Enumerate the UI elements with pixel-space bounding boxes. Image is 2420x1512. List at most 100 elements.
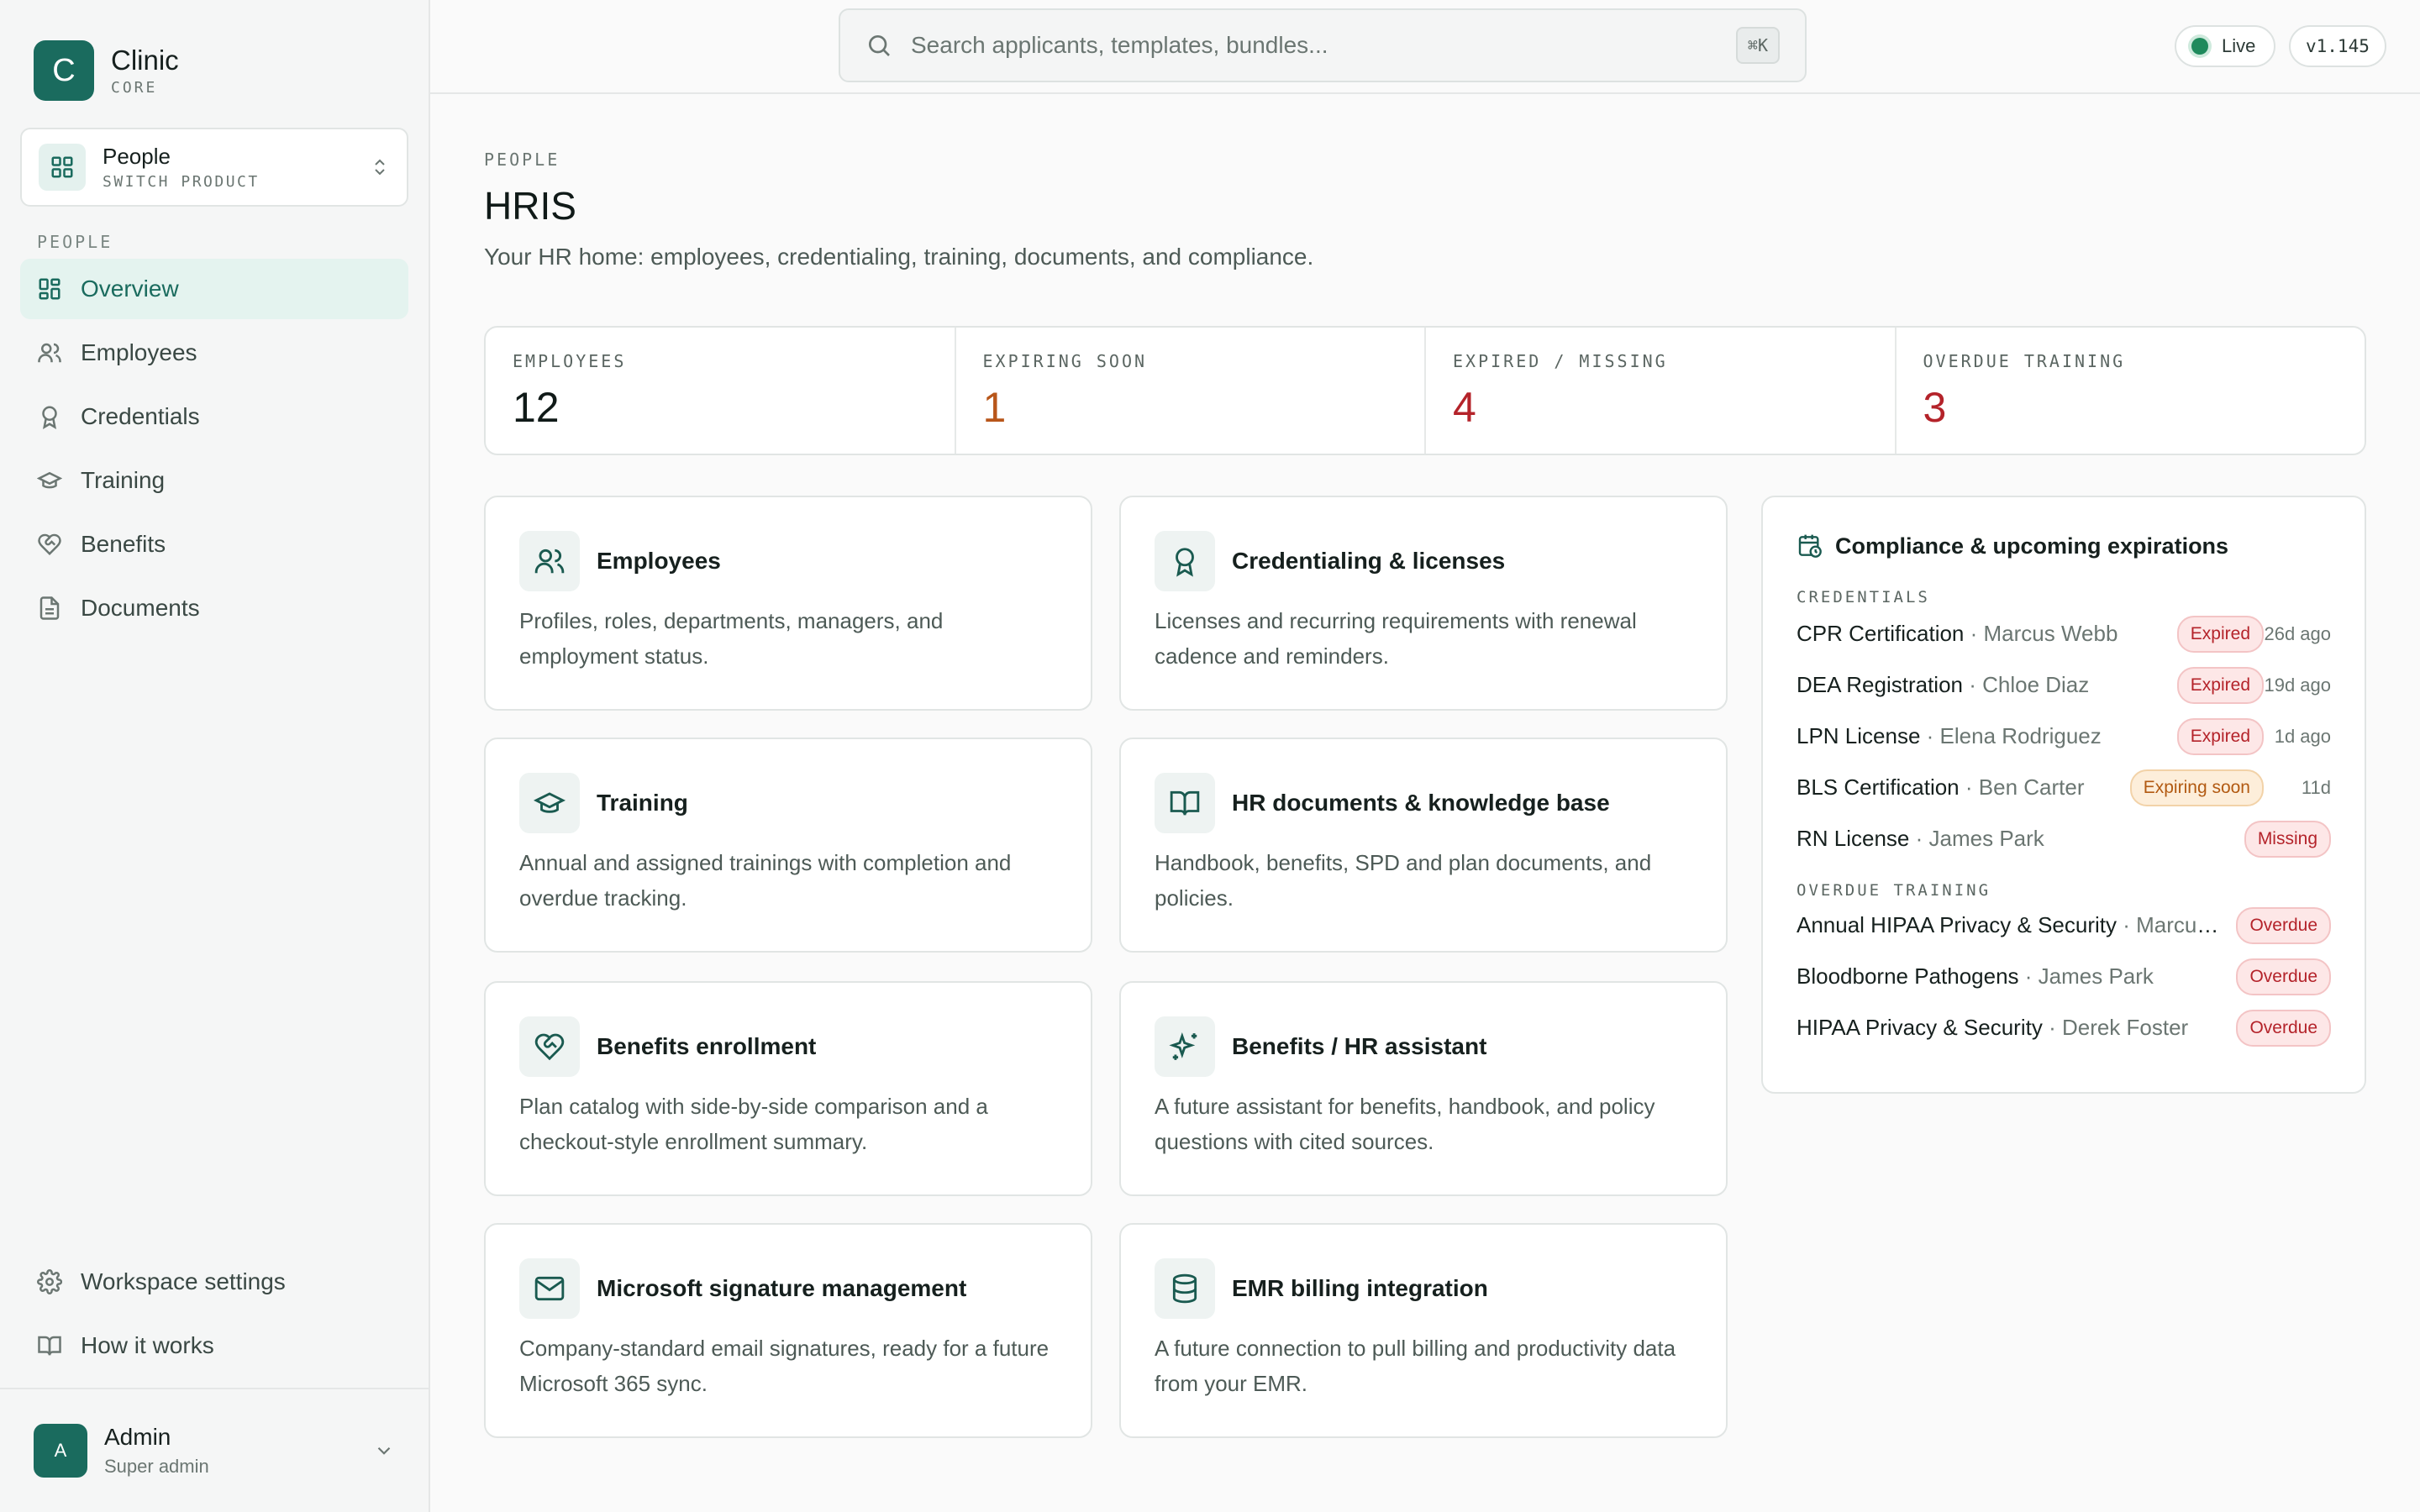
stat-label: EXPIRING SOON: [982, 351, 1148, 371]
page-eyebrow: PEOPLE: [484, 150, 560, 170]
stat-label: EMPLOYEES: [513, 351, 627, 371]
product-switcher[interactable]: People SWITCH PRODUCT: [20, 128, 408, 207]
status-badge: Expiring soon: [2129, 769, 2264, 806]
user-menu[interactable]: A Admin Super admin: [0, 1388, 429, 1512]
sidebar-item-workspace-settings[interactable]: Workspace settings: [20, 1252, 408, 1312]
credential-row[interactable]: BLS Certification · Ben Carter Expiring …: [1797, 762, 2331, 813]
card-title: Benefits / HR assistant: [1232, 1033, 1487, 1059]
card-hr-documents[interactable]: HR documents & knowledge base Handbook, …: [1119, 738, 1728, 953]
version-badge: v1.145: [2289, 25, 2386, 67]
credential-when: 26d ago: [2264, 622, 2331, 644]
stat-overdue-training[interactable]: OVERDUE TRAINING 3: [1897, 328, 2365, 454]
credential-name: CPR Certification: [1797, 621, 1965, 646]
training-row[interactable]: HIPAA Privacy & Security · Derek Foster …: [1797, 1002, 2331, 1053]
sidebar-item-label: Employees: [81, 339, 197, 365]
heart-handshake-icon: [519, 1016, 580, 1077]
sidebar-item-training[interactable]: Training: [20, 450, 408, 511]
status-badge: Expired: [2176, 717, 2264, 755]
card-description: Company-standard email signatures, ready…: [519, 1336, 1050, 1396]
stat-label: OVERDUE TRAINING: [1923, 351, 2126, 371]
card-hr-assistant[interactable]: Benefits / HR assistant A future assista…: [1119, 981, 1728, 1196]
credential-person: Chloe Diaz: [1982, 672, 2090, 697]
credential-person: James Park: [1928, 826, 2044, 851]
sidebar-section-label: PEOPLE: [37, 232, 113, 252]
training-row[interactable]: Bloodborne Pathogens · James Park Overdu…: [1797, 951, 2331, 1002]
card-description: Annual and assigned trainings with compl…: [519, 850, 1012, 911]
card-emr-billing[interactable]: EMR billing integration A future connect…: [1119, 1223, 1728, 1438]
sidebar-item-credentials[interactable]: Credentials: [20, 386, 408, 447]
user-role: Super admin: [104, 1456, 209, 1477]
credential-when: 1d ago: [2274, 725, 2331, 747]
credential-row[interactable]: RN License · James Park Missing: [1797, 813, 2331, 864]
live-dot-icon: [2191, 38, 2208, 55]
search-input[interactable]: Search applicants, templates, bundles...: [911, 32, 1736, 59]
status-badge: Missing: [2244, 820, 2331, 858]
graduation-cap-icon: [37, 468, 81, 493]
status-label: Live: [2222, 35, 2256, 56]
award-icon: [1155, 531, 1215, 591]
sparkles-icon: [1155, 1016, 1215, 1077]
card-description: Plan catalog with side-by-side compariso…: [519, 1094, 988, 1154]
compliance-title: Compliance & upcoming expirations: [1835, 533, 2229, 559]
stat-expired-missing[interactable]: EXPIRED / MISSING 4: [1426, 328, 1897, 454]
switcher-name: People: [103, 144, 171, 169]
card-title: HR documents & knowledge base: [1232, 790, 1610, 816]
grid-icon: [37, 276, 81, 302]
training-name: HIPAA Privacy & Security: [1797, 1015, 2043, 1040]
compliance-panel: Compliance & upcoming expirations CREDEN…: [1761, 496, 2366, 1094]
stat-label: EXPIRED / MISSING: [1453, 351, 1668, 371]
card-employees[interactable]: Employees Profiles, roles, departments, …: [484, 496, 1092, 711]
heart-handshake-icon: [37, 532, 81, 557]
sidebar-item-documents[interactable]: Documents: [20, 578, 408, 638]
stat-employees[interactable]: EMPLOYEES 12: [486, 328, 956, 454]
credential-row[interactable]: CPR Certification · Marcus Webb Expired …: [1797, 608, 2331, 659]
credential-person: Elena Rodriguez: [1939, 723, 2102, 748]
card-credentialing[interactable]: Credentialing & licenses Licenses and re…: [1119, 496, 1728, 711]
training-name: Annual HIPAA Privacy & Security: [1797, 912, 2118, 937]
page-title: HRIS: [484, 184, 576, 228]
training-row[interactable]: Annual HIPAA Privacy & Security · Marcus…: [1797, 900, 2331, 951]
mail-icon: [519, 1258, 580, 1319]
calendar-clock-icon: [1797, 533, 1823, 559]
sidebar-item-label: Documents: [81, 595, 200, 621]
training-name: Bloodborne Pathogens: [1797, 963, 2019, 989]
stat-expiring-soon[interactable]: EXPIRING SOON 1: [956, 328, 1426, 454]
brand-logo: C: [34, 40, 94, 101]
brand-name: Clinic: [111, 44, 179, 76]
card-microsoft-signatures[interactable]: Microsoft signature management Company-s…: [484, 1223, 1092, 1438]
brand-sub: CORE: [111, 78, 158, 97]
sidebar-item-label: Credentials: [81, 403, 200, 429]
card-title: Employees: [597, 548, 721, 574]
search-bar[interactable]: Search applicants, templates, bundles...…: [839, 8, 1807, 82]
sidebar-item-overview[interactable]: Overview: [20, 259, 408, 319]
card-description: A future connection to pull billing and …: [1155, 1336, 1676, 1396]
credential-row[interactable]: DEA Registration · Chloe Diaz Expired 19…: [1797, 659, 2331, 711]
sidebar-item-label: Workspace settings: [81, 1268, 286, 1294]
credential-when: 19d ago: [2264, 674, 2331, 696]
file-icon: [37, 596, 81, 621]
status-badge: Overdue: [2236, 1009, 2331, 1047]
stat-value: 3: [1923, 384, 1947, 431]
card-benefits-enrollment[interactable]: Benefits enrollment Plan catalog with si…: [484, 981, 1092, 1196]
sidebar-nav: Overview Employees Credentials Training …: [20, 259, 408, 642]
page-description: Your HR home: employees, credentialing, …: [484, 244, 1314, 270]
training-person: James Park: [2038, 963, 2154, 989]
grid-icon: [39, 144, 86, 191]
database-icon: [1155, 1258, 1215, 1319]
book-icon: [37, 1333, 81, 1358]
card-description: Licenses and recurring requirements with…: [1155, 608, 1637, 669]
card-title: EMR billing integration: [1232, 1275, 1488, 1301]
card-description: Profiles, roles, departments, managers, …: [519, 608, 944, 669]
topbar: Search applicants, templates, bundles...…: [430, 0, 2420, 94]
credential-row[interactable]: LPN License · Elena Rodriguez Expired 1d…: [1797, 711, 2331, 762]
sidebar-item-how-it-works[interactable]: How it works: [20, 1315, 408, 1376]
award-icon: [37, 404, 81, 429]
status-badge: Expired: [2176, 615, 2264, 653]
card-training[interactable]: Training Annual and assigned trainings w…: [484, 738, 1092, 953]
gear-icon: [37, 1269, 81, 1294]
sidebar-bottom-nav: Workspace settings How it works: [20, 1252, 408, 1379]
brand[interactable]: C Clinic CORE: [34, 40, 179, 101]
sidebar-item-benefits[interactable]: Benefits: [20, 514, 408, 575]
credential-person: Ben Carter: [1978, 774, 2085, 800]
sidebar-item-employees[interactable]: Employees: [20, 323, 408, 383]
